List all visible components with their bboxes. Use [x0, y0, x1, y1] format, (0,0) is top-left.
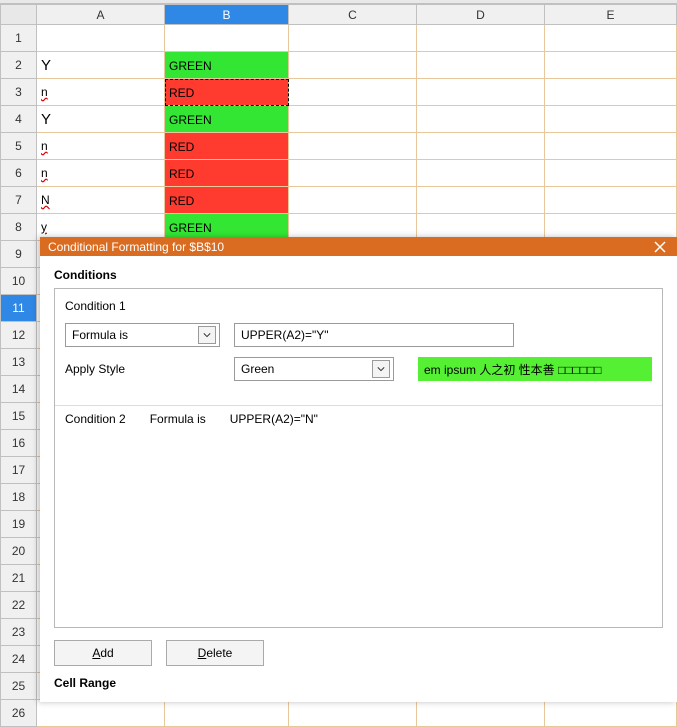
row-header-17[interactable]: 17: [1, 457, 37, 484]
row-header-9[interactable]: 9: [1, 241, 37, 268]
cell-D7[interactable]: [417, 187, 545, 214]
cell-A1[interactable]: [37, 25, 165, 52]
cell-C2[interactable]: [289, 52, 417, 79]
cell-E1[interactable]: [545, 25, 677, 52]
conditions-list: Condition 1 Formula is Apply Style Green…: [54, 288, 663, 628]
condition-type-select[interactable]: Formula is: [65, 323, 220, 347]
cell-B2[interactable]: GREEN: [165, 52, 289, 79]
row-header-11[interactable]: 11: [1, 295, 37, 322]
cell-D6[interactable]: [417, 160, 545, 187]
cell-A7[interactable]: N: [37, 187, 165, 214]
row-header-20[interactable]: 20: [1, 538, 37, 565]
row-header-1[interactable]: 1: [1, 25, 37, 52]
chevron-down-icon[interactable]: [198, 326, 216, 344]
col-header-B[interactable]: B: [165, 5, 289, 25]
condition-1[interactable]: Condition 1 Formula is Apply Style Green…: [55, 289, 662, 405]
row-header-23[interactable]: 23: [1, 619, 37, 646]
row-header-14[interactable]: 14: [1, 376, 37, 403]
row-header-3[interactable]: 3: [1, 79, 37, 106]
dialog-titlebar[interactable]: Conditional Formatting for $B$10: [40, 237, 677, 256]
col-header-D[interactable]: D: [417, 5, 545, 25]
col-header-E[interactable]: E: [545, 5, 677, 25]
cell-C1[interactable]: [289, 25, 417, 52]
col-header-A[interactable]: A: [37, 5, 165, 25]
condition-2-title: Condition 2: [65, 412, 126, 426]
cell-D3[interactable]: [417, 79, 545, 106]
cell-A4[interactable]: Y: [37, 106, 165, 133]
condition-2-formula: UPPER(A2)="N": [230, 412, 318, 426]
add-button[interactable]: Add: [54, 640, 152, 666]
cell-D1[interactable]: [417, 25, 545, 52]
cell-range-heading: Cell Range: [54, 676, 663, 690]
chevron-down-icon[interactable]: [372, 360, 390, 378]
row-header-2[interactable]: 2: [1, 52, 37, 79]
cell-A3[interactable]: n: [37, 79, 165, 106]
row-header-10[interactable]: 10: [1, 268, 37, 295]
condition-2[interactable]: Condition 2 Formula is UPPER(A2)="N": [55, 405, 662, 432]
row-header-21[interactable]: 21: [1, 565, 37, 592]
cell-C6[interactable]: [289, 160, 417, 187]
cell-A2[interactable]: Y: [37, 52, 165, 79]
cell-D26[interactable]: [417, 700, 545, 727]
cell-E4[interactable]: [545, 106, 677, 133]
row-header-4[interactable]: 4: [1, 106, 37, 133]
row-header-22[interactable]: 22: [1, 592, 37, 619]
row-header-8[interactable]: 8: [1, 214, 37, 241]
cell-C7[interactable]: [289, 187, 417, 214]
cell-B1[interactable]: [165, 25, 289, 52]
row-header-18[interactable]: 18: [1, 484, 37, 511]
apply-style-label: Apply Style: [65, 362, 220, 376]
row-header-24[interactable]: 24: [1, 646, 37, 673]
cell-E5[interactable]: [545, 133, 677, 160]
cell-D4[interactable]: [417, 106, 545, 133]
cell-E6[interactable]: [545, 160, 677, 187]
style-preview: em ipsum 人之初 性本善 □□□□□□: [418, 357, 652, 381]
cell-A6[interactable]: n: [37, 160, 165, 187]
cell-E3[interactable]: [545, 79, 677, 106]
cell-B4[interactable]: GREEN: [165, 106, 289, 133]
condition-1-title: Condition 1: [65, 299, 652, 313]
row-header-13[interactable]: 13: [1, 349, 37, 376]
cell-C4[interactable]: [289, 106, 417, 133]
cell-C26[interactable]: [289, 700, 417, 727]
conditional-formatting-dialog: Conditional Formatting for $B$10 Conditi…: [40, 237, 677, 702]
row-header-26[interactable]: 26: [1, 700, 37, 727]
row-header-19[interactable]: 19: [1, 511, 37, 538]
cell-D2[interactable]: [417, 52, 545, 79]
cell-E26[interactable]: [545, 700, 677, 727]
row-header-12[interactable]: 12: [1, 322, 37, 349]
close-icon[interactable]: [651, 238, 669, 256]
cell-C5[interactable]: [289, 133, 417, 160]
conditions-heading: Conditions: [54, 268, 663, 282]
cell-E2[interactable]: [545, 52, 677, 79]
cell-D5[interactable]: [417, 133, 545, 160]
delete-button[interactable]: Delete: [166, 640, 264, 666]
condition-2-type: Formula is: [150, 412, 206, 426]
row-header-5[interactable]: 5: [1, 133, 37, 160]
row-header-6[interactable]: 6: [1, 160, 37, 187]
formula-input[interactable]: [234, 323, 514, 347]
cell-B26[interactable]: [165, 700, 289, 727]
cell-E7[interactable]: [545, 187, 677, 214]
cell-B3[interactable]: RED: [165, 79, 289, 106]
row-header-7[interactable]: 7: [1, 187, 37, 214]
dialog-title: Conditional Formatting for $B$10: [48, 240, 651, 254]
cell-A26[interactable]: [37, 700, 165, 727]
cell-B6[interactable]: RED: [165, 160, 289, 187]
style-select[interactable]: Green: [234, 357, 394, 381]
col-header-C[interactable]: C: [289, 5, 417, 25]
cell-B5[interactable]: RED: [165, 133, 289, 160]
row-header-16[interactable]: 16: [1, 430, 37, 457]
cell-C3[interactable]: [289, 79, 417, 106]
row-header-15[interactable]: 15: [1, 403, 37, 430]
cell-A5[interactable]: n: [37, 133, 165, 160]
row-header-25[interactable]: 25: [1, 673, 37, 700]
cell-B7[interactable]: RED: [165, 187, 289, 214]
select-all-corner[interactable]: [1, 5, 37, 25]
